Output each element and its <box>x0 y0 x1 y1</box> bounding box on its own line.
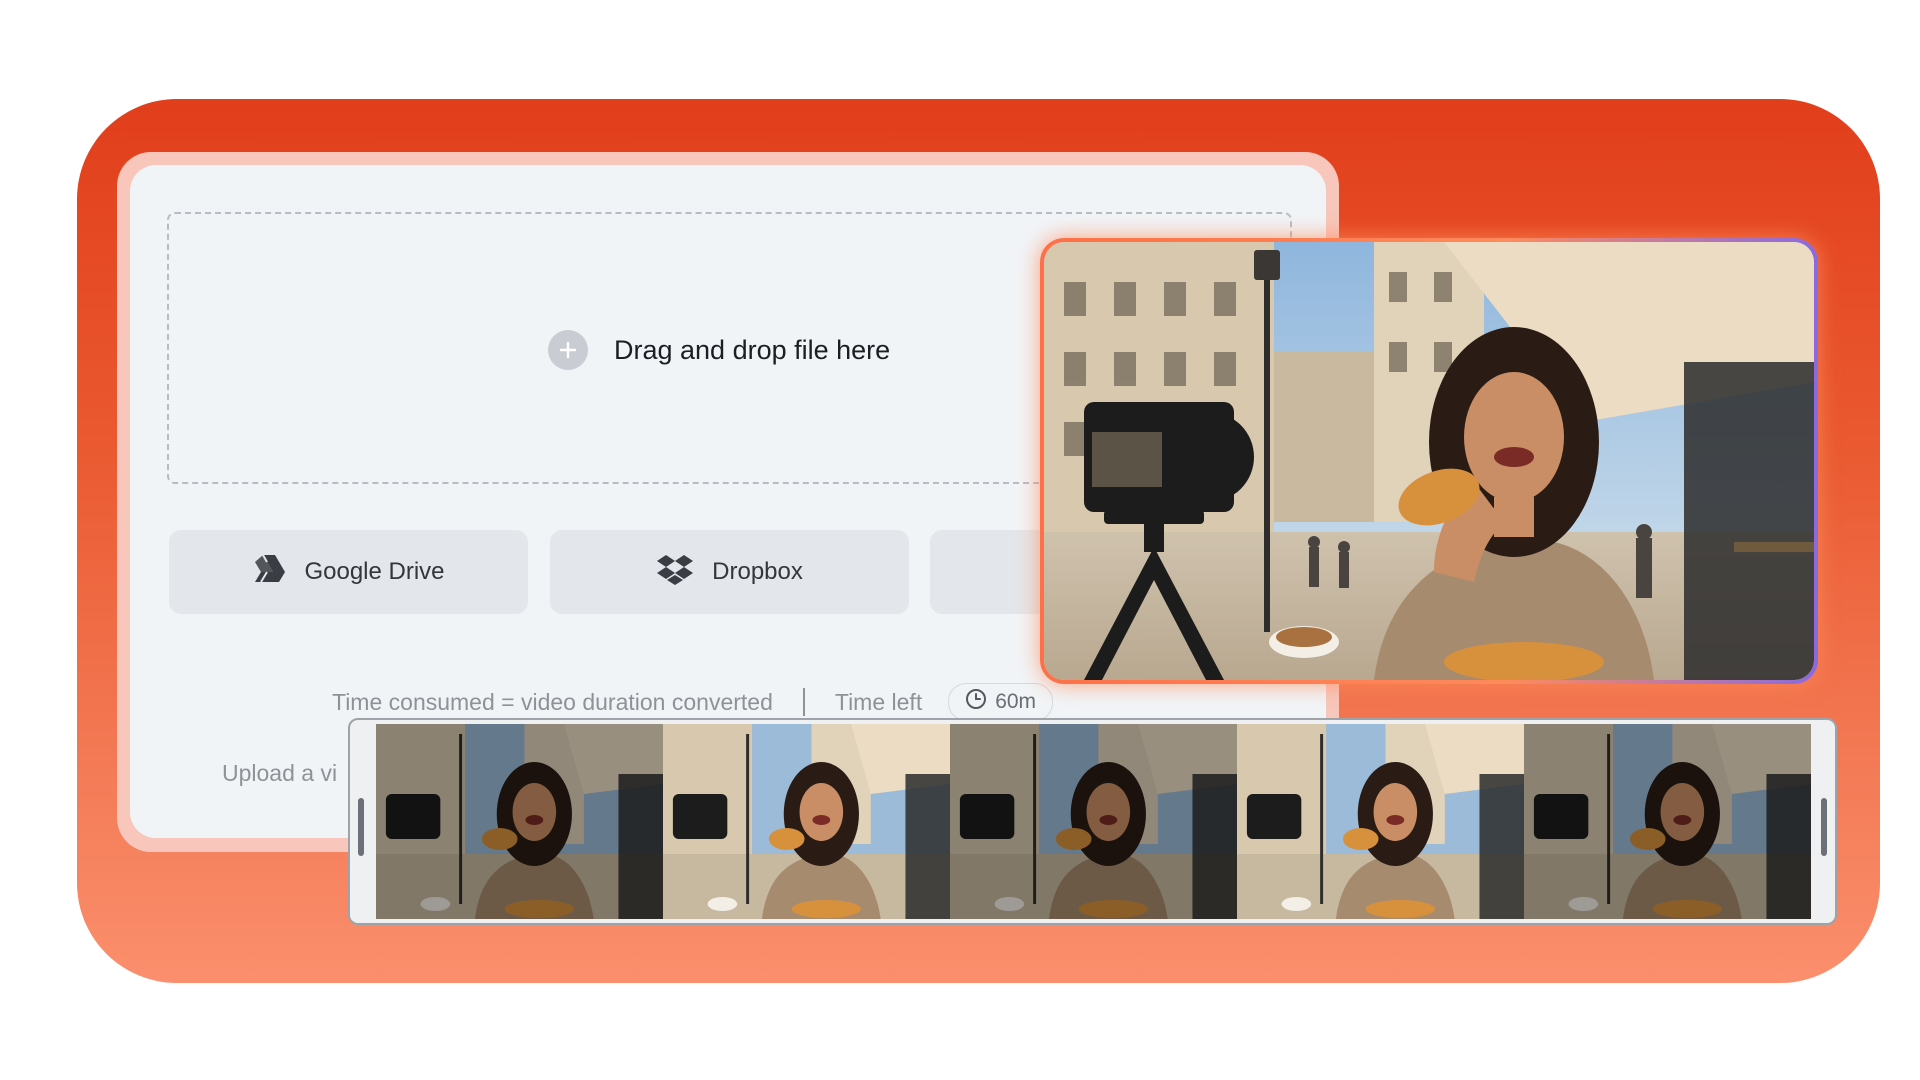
dropzone-content[interactable]: Drag and drop file here <box>548 330 890 370</box>
time-consumed-text: Time consumed = video duration converted <box>332 688 773 715</box>
timeline-end-handle[interactable] <box>1821 798 1827 856</box>
time-left-badge: 60m <box>948 683 1054 721</box>
timeline-frame[interactable] <box>950 724 1237 919</box>
clock-icon <box>965 688 987 716</box>
time-left-label: Time left <box>834 688 923 715</box>
video-preview-image <box>1044 242 1814 680</box>
video-timeline[interactable] <box>348 718 1837 925</box>
timeline-frame[interactable] <box>376 724 663 919</box>
upload-hint: Upload a vi <box>222 760 338 786</box>
timeline-frame[interactable] <box>1524 724 1811 919</box>
time-left-value: 60m <box>995 690 1037 713</box>
timeline-frame[interactable] <box>1237 724 1524 919</box>
plus-circle-icon[interactable] <box>548 330 588 370</box>
info-divider <box>802 688 805 716</box>
dropbox-label: Dropbox <box>712 558 803 585</box>
dropbox-icon <box>656 553 694 592</box>
usage-info: Time consumed = video duration converted… <box>332 683 1054 721</box>
timeline-start-handle[interactable] <box>358 798 364 856</box>
google-drive-icon <box>252 554 286 591</box>
google-drive-label: Google Drive <box>304 558 445 585</box>
dropzone-label: Drag and drop file here <box>614 334 891 365</box>
video-preview[interactable] <box>1044 242 1814 680</box>
dropbox-button[interactable]: Dropbox <box>550 530 909 614</box>
timeline-frame[interactable] <box>663 724 950 919</box>
timeline-frames <box>376 724 1811 919</box>
google-drive-button[interactable]: Google Drive <box>169 530 528 614</box>
